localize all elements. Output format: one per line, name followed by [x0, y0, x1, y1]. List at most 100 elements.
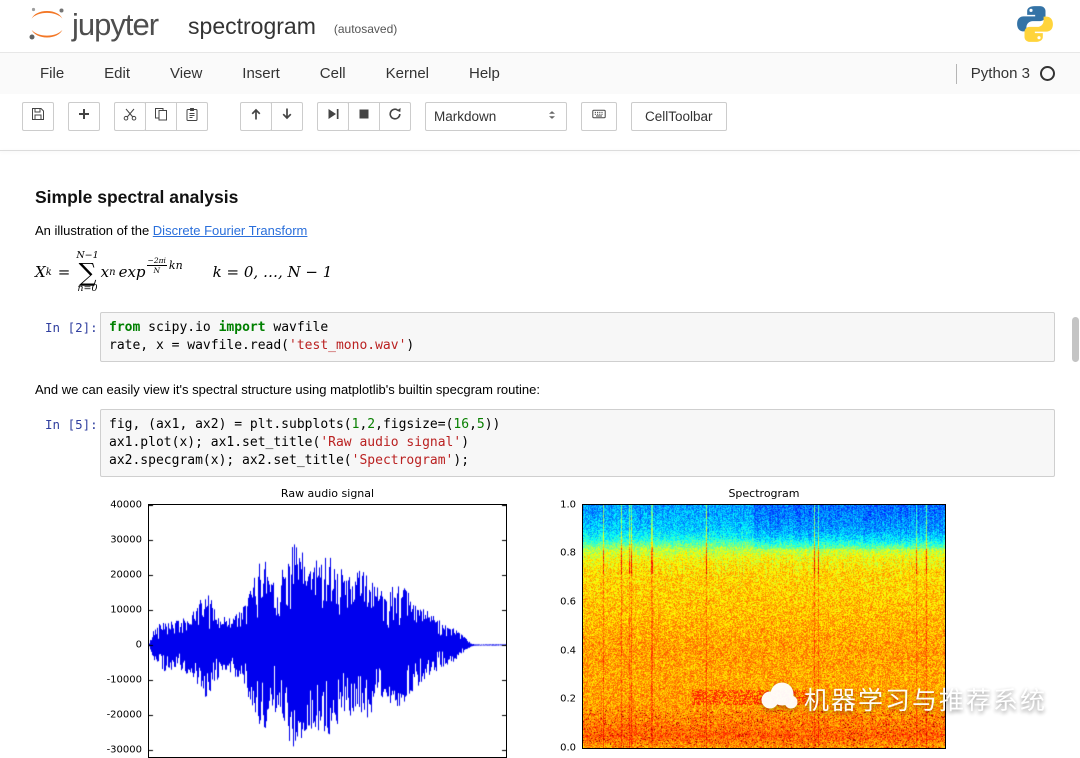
arrow-down-icon	[280, 107, 294, 126]
y-tick-label: 0.8	[560, 547, 576, 559]
sigma-icon: ∑	[78, 257, 97, 287]
interrupt-kernel-button[interactable]	[348, 101, 380, 131]
kernel-separator	[955, 63, 957, 84]
cell-output-area: Raw audio signal 40000 30000 20000 10000 0 -1…	[100, 487, 1080, 758]
input-prompt: In [5]:	[45, 416, 98, 432]
add-cell-button[interactable]	[68, 101, 100, 131]
kernel-idle-icon	[1040, 66, 1055, 81]
select-arrows-icon	[546, 108, 558, 125]
arrow-up-icon	[249, 107, 263, 126]
autosave-status: (autosaved)	[333, 22, 398, 36]
save-icon	[31, 107, 45, 126]
y-tick-label: 0.4	[560, 645, 576, 657]
fraction-denominator: N	[153, 265, 160, 275]
plus-icon	[77, 107, 91, 126]
code-line: fig, (ax1, ax2) = plt.subplots(1,2,figsi…	[109, 416, 501, 432]
menubar: File Edit View Insert Cell Kernel Help Python …	[0, 53, 1080, 94]
keyboard-icon	[590, 107, 608, 126]
markdown-cell-2[interactable]: And we can easily view it's spectral str…	[35, 382, 1050, 397]
code-input-area[interactable]: fig, (ax1, ax2) = plt.subplots(1,2,figsi…	[100, 408, 1055, 477]
command-palette-button[interactable]	[581, 101, 617, 131]
dft-formula: Xk = N−1 ∑ n=0 xn exp −2πi N kn k = 0, ……	[35, 251, 1050, 294]
y-tick-label: 0	[135, 639, 142, 651]
run-icon	[326, 107, 340, 126]
formula-lhs-sub: k	[45, 266, 52, 278]
cell-type-select[interactable]: Markdown	[425, 101, 567, 131]
menu-cell[interactable]: Cell	[300, 53, 366, 94]
menu-file[interactable]: File	[20, 53, 84, 94]
y-tick-label: 0.6	[560, 596, 576, 608]
spectrogram-plot-title: Spectrogram	[728, 486, 800, 500]
menu-insert[interactable]: Insert	[222, 53, 300, 94]
input-prompt: In [2]:	[45, 319, 98, 335]
copy-cell-button[interactable]	[145, 101, 177, 131]
code-content: from scipy.io import wavfile rate, x = wa…	[109, 319, 1046, 355]
y-tick-label: -20000	[106, 709, 142, 721]
y-tick-label: -30000	[106, 744, 142, 756]
jupyter-logo[interactable]: jupyter	[26, 3, 159, 50]
run-cell-button[interactable]	[317, 101, 349, 131]
waveform-yaxis: 40000 30000 20000 10000 0 -10000 -20000 -30000	[100, 499, 148, 758]
menu-help[interactable]: Help	[449, 53, 520, 94]
code-cell-in5: In [5]: fig, (ax1, ax2) = plt.subplots(1…	[45, 408, 1055, 477]
formula-exponent: −2πi N kn	[146, 255, 183, 276]
dft-link[interactable]: Discrete Fourier Transform	[153, 223, 308, 238]
paste-cell-button[interactable]	[176, 101, 208, 131]
y-tick-label: 10000	[110, 604, 142, 616]
scissors-icon	[123, 107, 137, 126]
move-cell-up-button[interactable]	[240, 101, 272, 131]
formula-lhs: X	[35, 263, 46, 282]
notebook-title[interactable]: spectrogram	[188, 13, 316, 40]
restart-icon	[388, 107, 402, 126]
markdown-cell-1[interactable]: Simple spectral analysis An illustration…	[35, 187, 1050, 294]
menu-view[interactable]: View	[150, 53, 222, 94]
menu-kernel[interactable]: Kernel	[366, 53, 449, 94]
scrollbar-thumb[interactable]	[1072, 317, 1079, 362]
python-logo-icon	[1015, 4, 1055, 49]
md-intro-text: An illustration of the	[35, 223, 153, 238]
kernel-indicator-area: Python 3	[955, 63, 1055, 84]
toolbar: Markdown CellToolbar	[0, 94, 1080, 138]
cell-type-value: Markdown	[434, 108, 497, 124]
md-heading: Simple spectral analysis	[35, 187, 239, 207]
exponent-suffix: kn	[168, 258, 183, 272]
copy-icon	[154, 107, 168, 126]
notebook-header: jupyter spectrogram (autosaved)	[0, 0, 1080, 53]
paste-icon	[185, 107, 199, 126]
y-tick-label: 1.0	[560, 499, 576, 511]
y-tick-label: 40000	[110, 499, 142, 511]
code-input-area[interactable]: from scipy.io import wavfile rate, x = wa…	[100, 311, 1055, 362]
y-tick-label: -10000	[106, 674, 142, 686]
y-tick-label: 0.2	[560, 693, 576, 705]
waveform-canvas	[148, 503, 507, 758]
md-intro: An illustration of the Discrete Fourier …	[35, 223, 1050, 238]
y-tick-label: 30000	[110, 534, 142, 546]
formula-sum: N−1 ∑ n=0	[76, 251, 98, 294]
code-line: rate, x = wavfile.read('test_mono.wav')	[109, 337, 415, 353]
y-tick-label: 0.0	[560, 742, 576, 754]
code-line: from scipy.io import wavfile	[109, 319, 329, 335]
restart-kernel-button[interactable]	[379, 101, 411, 131]
move-cell-down-button[interactable]	[271, 101, 303, 131]
formula-exp: exp	[118, 263, 146, 282]
stop-icon	[357, 107, 371, 126]
code-content: fig, (ax1, ax2) = plt.subplots(1,2,figsi…	[109, 416, 1046, 470]
kernel-name: Python 3	[970, 65, 1030, 82]
spectrogram-yaxis: 1.0 0.8 0.6 0.4 0.2 0.0	[548, 499, 582, 753]
waveform-plot: Raw audio signal 40000 30000 20000 10000 0 -1…	[100, 487, 507, 758]
formula-term: x	[100, 263, 110, 282]
code-cell-in2: In [2]: from scipy.io import wavfile rate…	[45, 311, 1055, 362]
jupyter-logo-icon	[26, 3, 68, 50]
code-line: ax2.specgram(x); ax2.set_title('Spectrog…	[109, 452, 470, 468]
celltoolbar-button[interactable]: CellToolbar	[631, 101, 727, 131]
fraction-numerator: −2πi	[146, 255, 167, 266]
code-line: ax1.plot(x); ax1.set_title('Raw audio si…	[109, 434, 470, 450]
cut-cell-button[interactable]	[114, 101, 146, 131]
exponent-fraction: −2πi N	[146, 255, 167, 276]
waveform-plot-title: Raw audio signal	[280, 486, 375, 500]
menu-edit[interactable]: Edit	[84, 53, 150, 94]
sum-lower-limit: n=0	[77, 283, 98, 295]
formula-condition: k = 0, …, N − 1	[212, 263, 333, 282]
formula-equals: =	[57, 263, 71, 282]
save-button[interactable]	[22, 101, 54, 131]
